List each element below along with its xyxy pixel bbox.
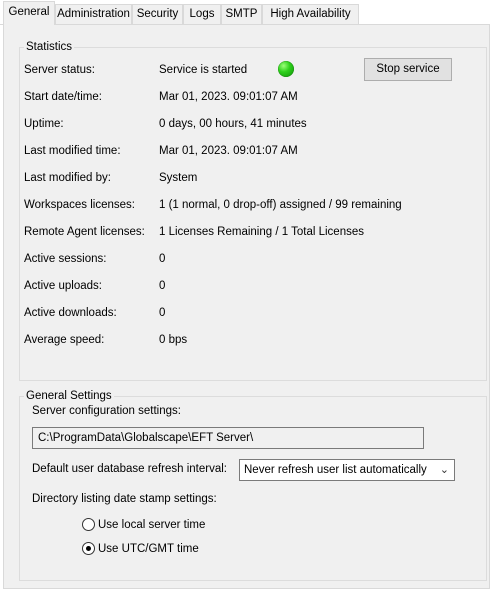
workspaces-licenses-value: 1 (1 normal, 0 drop-off) assigned / 99 r… [159,199,402,211]
refresh-interval-label: Default user database refresh interval: [32,463,227,475]
server-status-label: Server status: [24,64,95,76]
refresh-interval-select[interactable]: Never refresh user list automatically ⌄ [239,459,455,481]
tab-administration[interactable]: Administration [55,4,132,24]
remote-agent-licenses-value: 1 Licenses Remaining / 1 Total Licenses [159,226,364,238]
statistics-group-title: Statistics [24,40,75,54]
remote-agent-licenses-label: Remote Agent licenses: [24,226,145,238]
uptime-label: Uptime: [24,118,64,130]
active-sessions-label: Active sessions: [24,253,107,265]
last-modified-by-label: Last modified by: [24,172,111,184]
start-datetime-value: Mar 01, 2023. 09:01:07 AM [159,91,298,103]
tab-security[interactable]: Security [132,4,183,24]
active-sessions-value: 0 [159,253,166,265]
workspaces-licenses-label: Workspaces licenses: [24,199,135,211]
chevron-down-icon: ⌄ [439,464,449,476]
active-uploads-label: Active uploads: [24,280,102,292]
start-datetime-label: Start date/time: [24,91,102,103]
uptime-value: 0 days, 00 hours, 41 minutes [159,118,307,130]
last-modified-time-value: Mar 01, 2023. 09:01:07 AM [159,145,298,157]
stop-service-button[interactable]: Stop service [364,58,452,81]
tab-smtp[interactable]: SMTP [221,4,262,24]
radio-utc-label: Use UTC/GMT time [98,543,199,555]
directory-date-stamp-label: Directory listing date stamp settings: [32,493,217,505]
radio-local-button[interactable] [82,518,95,531]
tab-logs[interactable]: Logs [183,4,221,24]
tab-general[interactable]: General [3,1,55,25]
refresh-interval-selected: Never refresh user list automatically [244,464,427,476]
general-settings-group-title: General Settings [24,389,114,403]
status-indicator-icon [278,61,294,77]
tab-strip: General Administration Security Logs SMT… [0,0,490,25]
last-modified-by-value: System [159,172,198,184]
tab-high-availability[interactable]: High Availability [262,4,359,24]
radio-local-label: Use local server time [98,519,206,531]
average-speed-label: Average speed: [24,334,105,346]
active-downloads-value: 0 [159,307,166,319]
last-modified-time-label: Last modified time: [24,145,121,157]
server-status-value: Service is started [159,64,248,76]
server-config-path-field[interactable]: C:\ProgramData\Globalscape\EFT Server\ [32,427,424,449]
average-speed-value: 0 bps [159,334,188,346]
active-uploads-value: 0 [159,280,166,292]
radio-utc-button[interactable] [82,542,95,555]
active-downloads-label: Active downloads: [24,307,117,319]
server-config-label: Server configuration settings: [32,405,181,417]
